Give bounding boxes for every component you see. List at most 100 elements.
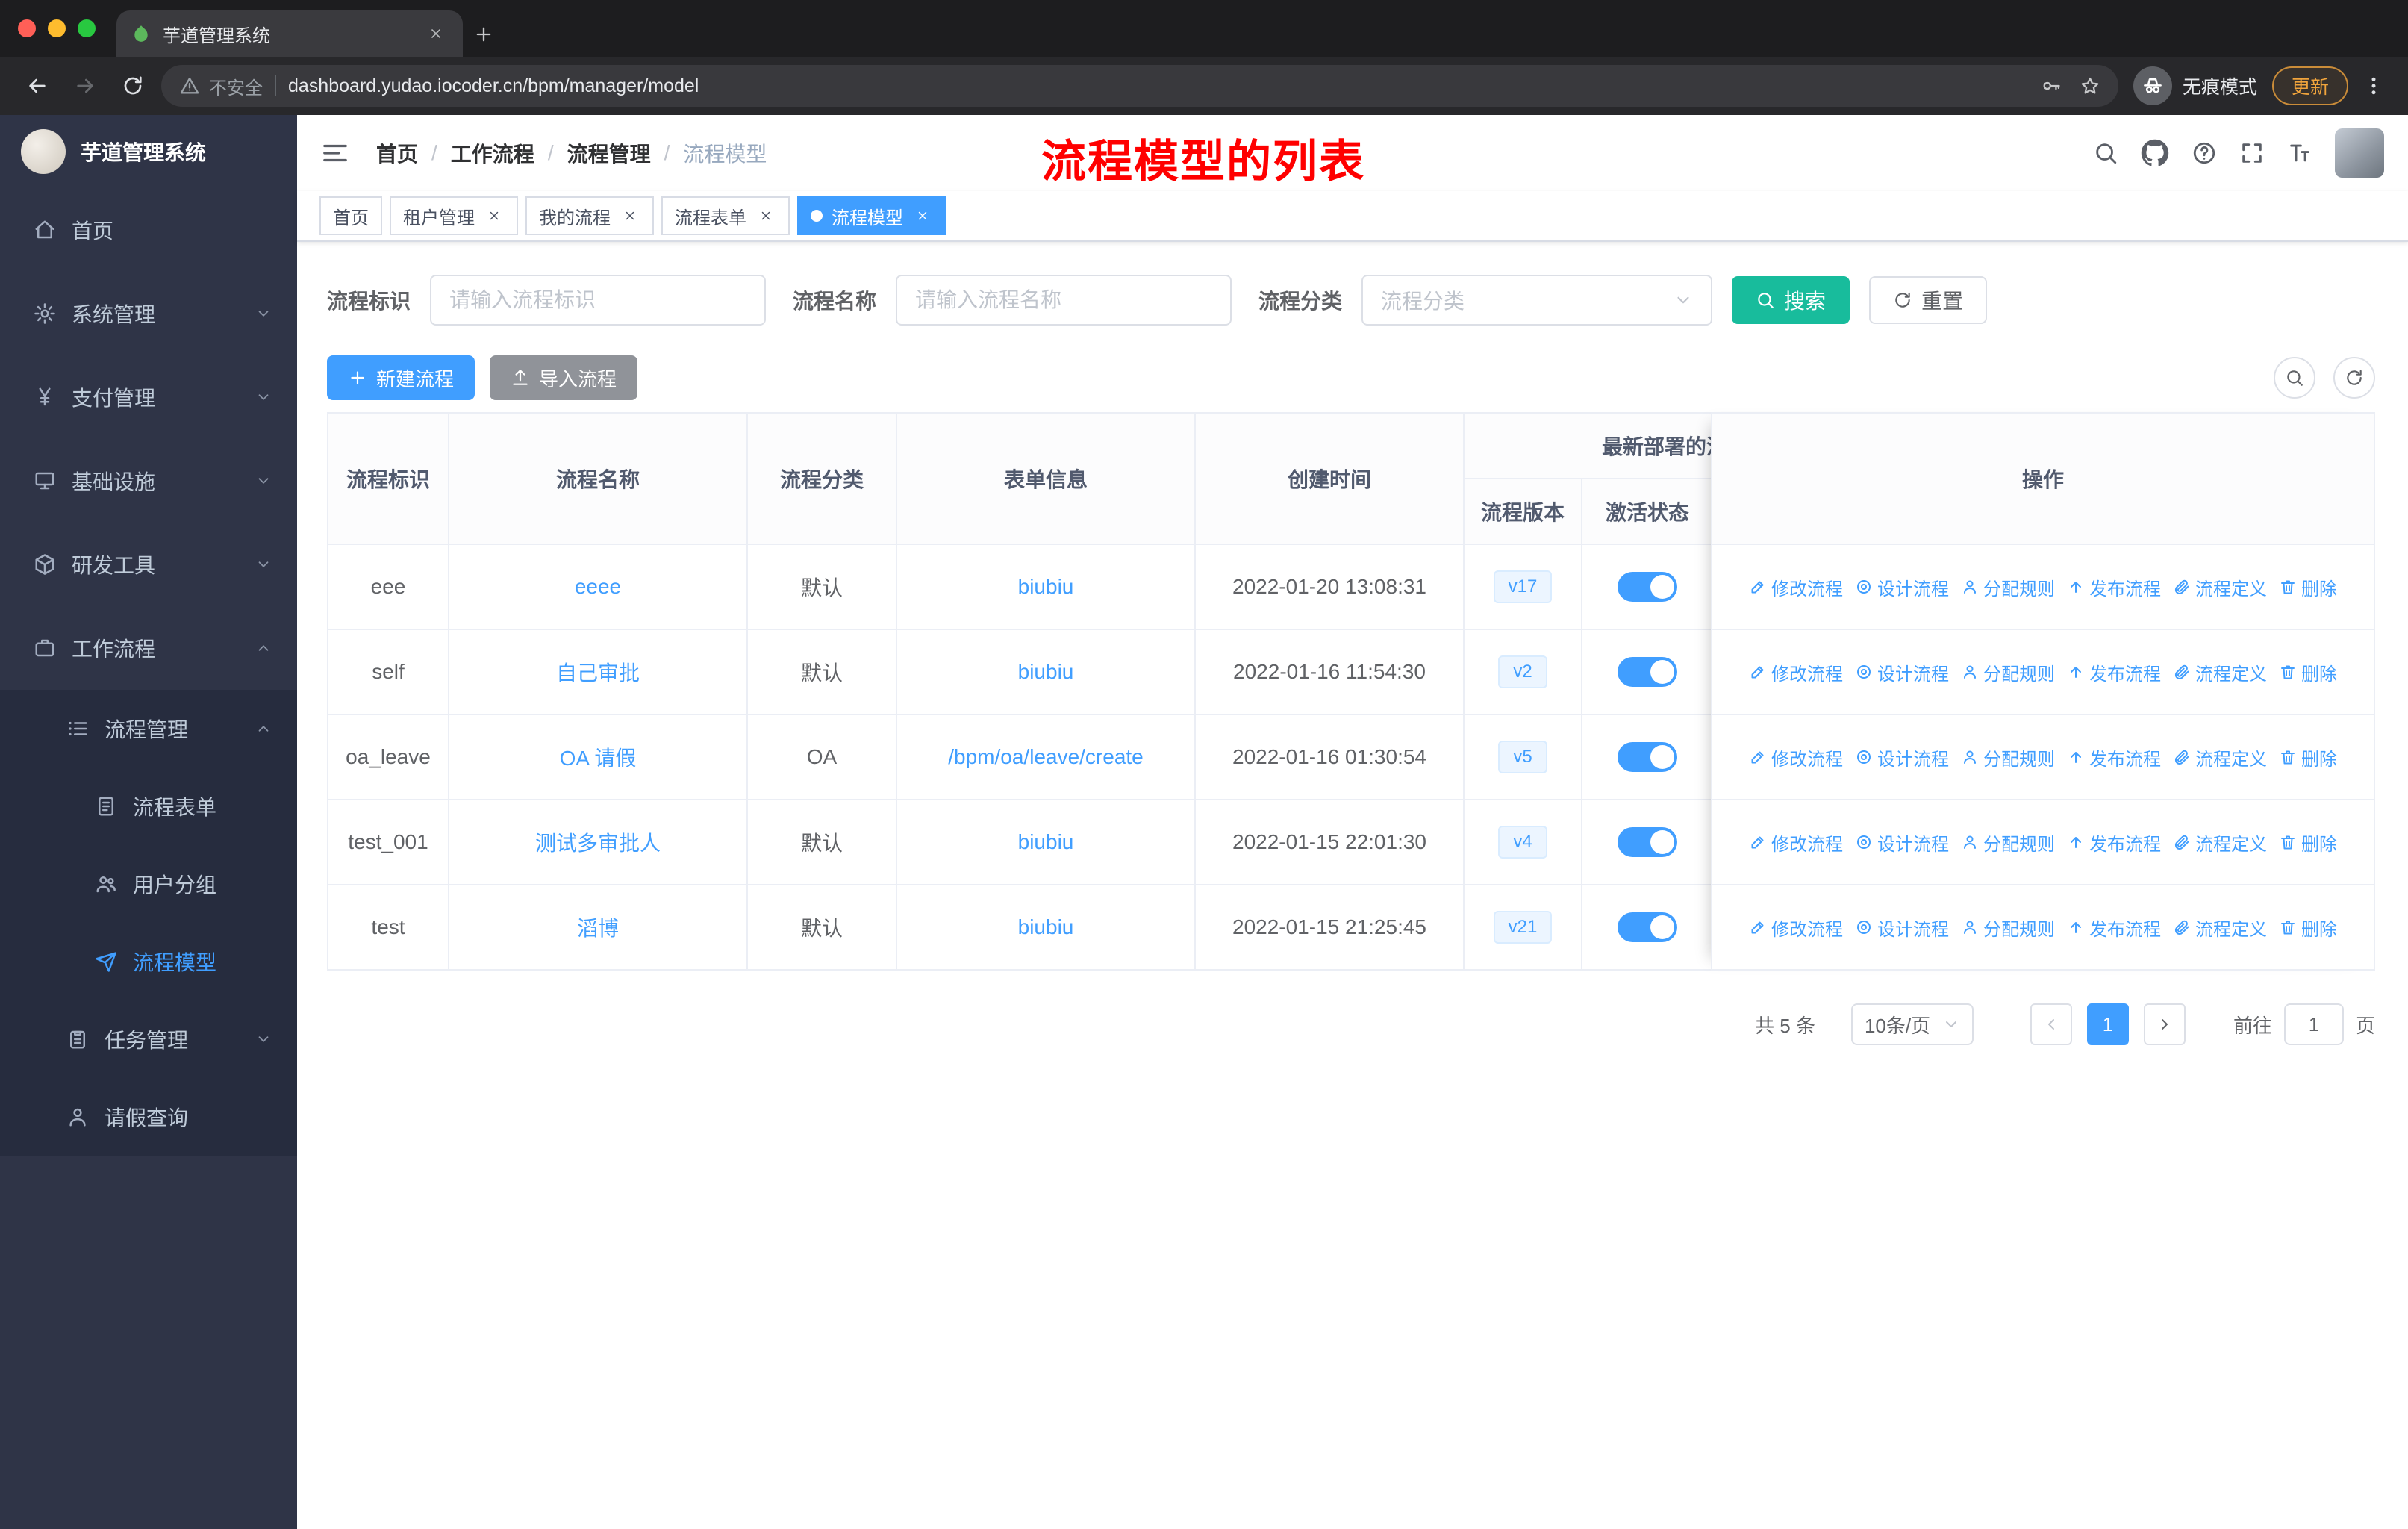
tag-my-process[interactable]: 我的流程 [525,196,654,235]
form-info-link[interactable]: biubiu [1018,660,1074,683]
edit-action-link[interactable]: 修改流程 [1749,829,1843,856]
process-name-link[interactable]: OA 请假 [560,747,637,770]
toggle-search-button[interactable] [2274,357,2315,399]
security-chip[interactable]: 不安全 [179,73,263,99]
new-tab-button[interactable] [463,12,505,57]
address-bar[interactable]: 不安全 dashboard.yudao.iocoder.cn/bpm/manag… [161,65,2118,107]
process-name-link[interactable]: eeee [575,575,621,598]
definition-action-link[interactable]: 流程定义 [2173,659,2267,685]
breadcrumb-home[interactable]: 首页 [376,138,418,168]
sidebar-item-11[interactable]: 请假查询 [0,1078,297,1156]
publish-action-link[interactable]: 发布流程 [2067,574,2161,600]
sidebar-item-1[interactable]: 系统管理 [0,272,297,355]
edit-action-link[interactable]: 修改流程 [1749,744,1843,770]
reset-button[interactable]: 重置 [1869,276,1988,324]
assign-action-link[interactable]: 分配规则 [1961,915,2055,941]
back-icon[interactable] [18,66,57,105]
active-toggle[interactable] [1618,657,1677,687]
reload-icon[interactable] [113,66,152,105]
minimize-window-button[interactable] [48,19,66,37]
delete-action-link[interactable]: 删除 [2279,659,2337,685]
active-toggle[interactable] [1618,742,1677,772]
active-toggle[interactable] [1618,827,1677,857]
browser-menu-icon[interactable] [2357,75,2390,97]
sidebar-item-10[interactable]: 任务管理 [0,1000,297,1078]
goto-page-input[interactable] [2283,1003,2344,1045]
tag-home[interactable]: 首页 [319,196,382,235]
process-name-link[interactable]: 自己审批 [556,661,640,685]
browser-tab[interactable]: 芋道管理系统 [116,10,463,57]
edit-action-link[interactable]: 修改流程 [1749,574,1843,600]
tag-process-form[interactable]: 流程表单 [661,196,790,235]
close-icon[interactable] [755,205,776,226]
sidebar-item-4[interactable]: 研发工具 [0,523,297,606]
sidebar-item-0[interactable]: 首页 [0,188,297,272]
refresh-table-button[interactable] [2333,357,2375,399]
form-info-link[interactable]: /bpm/oa/leave/create [948,745,1144,768]
page-1-button[interactable]: 1 [2086,1003,2129,1045]
assign-action-link[interactable]: 分配规则 [1961,574,2055,600]
sidebar-item-3[interactable]: 基础设施 [0,439,297,523]
assign-action-link[interactable]: 分配规则 [1961,659,2055,685]
next-page-button[interactable] [2143,1003,2186,1045]
close-icon[interactable] [620,205,640,226]
hamburger-icon[interactable] [321,139,349,167]
github-icon[interactable] [2141,139,2169,167]
publish-action-link[interactable]: 发布流程 [2067,829,2161,856]
definition-action-link[interactable]: 流程定义 [2173,744,2267,770]
prev-page-button[interactable] [2030,1003,2072,1045]
user-avatar[interactable] [2335,128,2384,178]
sidebar-item-2[interactable]: 支付管理 [0,355,297,439]
breadcrumb-workflow[interactable]: 工作流程 [451,138,534,168]
font-size-icon[interactable] [2287,140,2312,166]
forward-icon[interactable] [66,66,105,105]
sidebar-logo[interactable]: 芋道管理系统 [0,115,297,188]
password-key-icon[interactable] [2041,75,2062,96]
breadcrumb-process-mgmt[interactable]: 流程管理 [567,138,651,168]
delete-action-link[interactable]: 删除 [2279,574,2337,600]
create-process-button[interactable]: 新建流程 [327,355,475,400]
sidebar-item-6[interactable]: 流程管理 [0,690,297,767]
process-name-input[interactable] [896,275,1232,326]
tab-close-icon[interactable] [424,22,448,46]
process-name-link[interactable]: 滔博 [577,917,619,940]
tag-process-model[interactable]: 流程模型 [797,196,946,235]
design-action-link[interactable]: 设计流程 [1855,829,1949,856]
design-action-link[interactable]: 设计流程 [1855,744,1949,770]
close-icon[interactable] [484,205,505,226]
page-size-select[interactable]: 10条/页 [1850,1003,1974,1045]
delete-action-link[interactable]: 删除 [2279,915,2337,941]
chrome-update-button[interactable]: 更新 [2271,66,2348,105]
definition-action-link[interactable]: 流程定义 [2173,574,2267,600]
import-process-button[interactable]: 导入流程 [490,355,638,400]
design-action-link[interactable]: 设计流程 [1855,574,1949,600]
edit-action-link[interactable]: 修改流程 [1749,659,1843,685]
tag-tenant-mgmt[interactable]: 租户管理 [390,196,518,235]
edit-action-link[interactable]: 修改流程 [1749,915,1843,941]
sidebar-item-7[interactable]: 流程表单 [0,767,297,845]
design-action-link[interactable]: 设计流程 [1855,915,1949,941]
active-toggle[interactable] [1618,572,1677,602]
bookmark-star-icon[interactable] [2080,75,2100,96]
publish-action-link[interactable]: 发布流程 [2067,659,2161,685]
sidebar-item-8[interactable]: 用户分组 [0,845,297,923]
process-name-link[interactable]: 测试多审批人 [535,832,661,855]
assign-action-link[interactable]: 分配规则 [1961,744,2055,770]
publish-action-link[interactable]: 发布流程 [2067,915,2161,941]
zoom-window-button[interactable] [78,19,96,37]
header-search-icon[interactable] [2093,140,2118,166]
close-window-button[interactable] [18,19,36,37]
definition-action-link[interactable]: 流程定义 [2173,829,2267,856]
form-info-link[interactable]: biubiu [1018,830,1074,853]
active-toggle[interactable] [1618,912,1677,942]
form-info-link[interactable]: biubiu [1018,575,1074,598]
fullscreen-icon[interactable] [2239,140,2265,166]
sidebar-item-9[interactable]: 流程模型 [0,923,297,1000]
assign-action-link[interactable]: 分配规则 [1961,829,2055,856]
process-id-input[interactable] [430,275,767,326]
design-action-link[interactable]: 设计流程 [1855,659,1949,685]
delete-action-link[interactable]: 删除 [2279,744,2337,770]
process-category-select[interactable]: 流程分类 [1361,275,1713,326]
definition-action-link[interactable]: 流程定义 [2173,915,2267,941]
form-info-link[interactable]: biubiu [1018,915,1074,938]
